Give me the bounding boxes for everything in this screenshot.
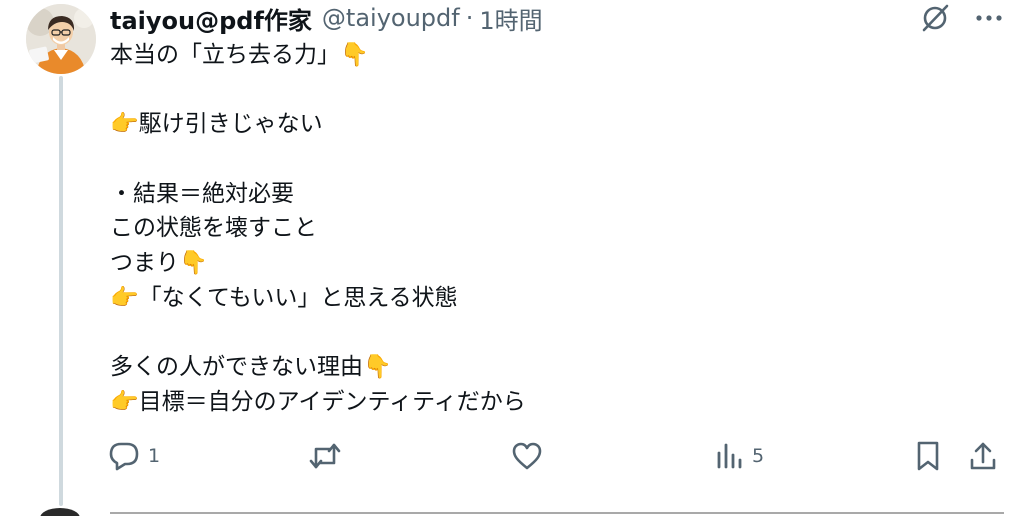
like-icon — [512, 442, 542, 470]
post-time[interactable]: 1時間 — [479, 1, 542, 36]
action-bar: 1 5 — [108, 440, 1000, 472]
post-line — [110, 316, 990, 351]
post-body: 本当の「立ち去る力」👇 👉駆け引きじゃない ・結果＝絶対必要 この状態を壊すこと… — [110, 38, 990, 420]
post-line: 👉「なくてもいい」と思える状態 — [110, 284, 458, 311]
avatar-image — [26, 4, 96, 74]
views-icon — [717, 443, 742, 469]
next-post-avatar — [40, 508, 80, 516]
header-separator: · — [465, 4, 474, 32]
repost-button[interactable] — [308, 440, 350, 472]
post-line: 本当の「立ち去る力」👇 — [110, 42, 369, 68]
post-line — [110, 142, 990, 177]
post-line: この状態を壊すこと — [110, 215, 317, 242]
reply-icon — [109, 442, 139, 471]
post-line: ・結果＝絶対必要 — [110, 180, 294, 207]
reply-count: 1 — [148, 445, 161, 467]
grok-icon[interactable] — [920, 3, 950, 33]
share-button[interactable] — [968, 440, 998, 472]
display-name[interactable]: taiyou@pdf作家 — [110, 1, 312, 36]
bookmark-button[interactable] — [914, 440, 942, 472]
share-icon — [970, 442, 996, 470]
bookmark-icon — [917, 441, 939, 471]
next-post-divider — [110, 512, 1004, 516]
post-header: taiyou@pdf作家 @taiyoupdf · 1時間 — [110, 1, 543, 36]
like-button[interactable] — [511, 440, 551, 472]
post-line: 👉駆け引きじゃない — [110, 111, 323, 138]
views-button[interactable]: 5 — [714, 440, 764, 472]
repost-icon — [309, 443, 341, 469]
post-line — [110, 73, 990, 108]
post-container[interactable]: taiyou@pdf作家 @taiyoupdf · 1時間 本当の「立ち去る力」… — [0, 0, 1024, 516]
user-handle[interactable]: @taiyoupdf — [322, 4, 460, 32]
post-line: つまり👇 — [110, 250, 208, 277]
header-actions — [920, 2, 1002, 34]
thread-line — [59, 76, 63, 506]
views-count: 5 — [752, 445, 765, 467]
post-line: 👉目標＝自分のアイデンティティだから — [110, 388, 526, 415]
avatar[interactable] — [26, 4, 96, 74]
more-icon[interactable] — [976, 13, 1002, 23]
post-line: 多くの人ができない理由👇 — [110, 354, 392, 381]
reply-button[interactable]: 1 — [108, 440, 160, 472]
